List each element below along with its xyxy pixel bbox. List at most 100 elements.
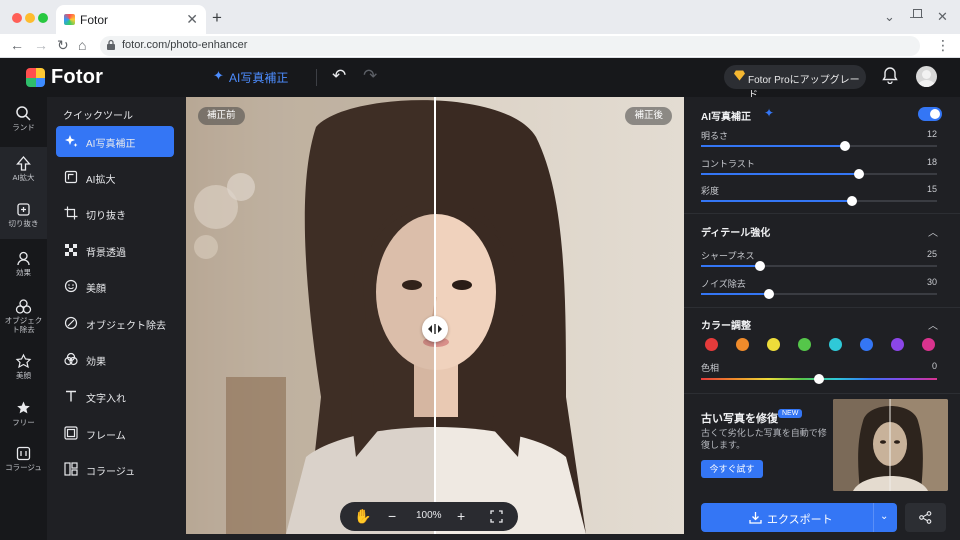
app-header: Fotor AI写真補正 ✦ ↶ ↷ Fotor Proにアップグレード <box>0 58 960 101</box>
chevron-down-icon[interactable]: ⌄ <box>884 9 895 25</box>
rail-label: ランド <box>12 123 35 132</box>
url-field[interactable]: fotor.com/photo-enhancer <box>100 36 920 56</box>
tool-label: オブジェクト除去 <box>86 321 166 332</box>
tool-crop[interactable]: 切り抜き <box>56 198 174 229</box>
rail-item-7[interactable]: コラージュ <box>0 437 47 483</box>
chevron-up-icon[interactable]: ︿ <box>928 224 938 239</box>
collage-icon <box>64 462 78 476</box>
hue-slider-thumb[interactable] <box>814 374 824 384</box>
ai-enhance-toggle[interactable] <box>918 107 942 121</box>
slider-track[interactable] <box>701 196 937 206</box>
color-swatch[interactable] <box>891 338 904 351</box>
try-now-button[interactable]: 今すぐ試す <box>701 460 763 478</box>
slider-thumb[interactable] <box>847 196 858 206</box>
slider-track[interactable] <box>701 261 937 271</box>
slider-thumb[interactable] <box>839 141 850 151</box>
color-swatch[interactable] <box>736 338 749 351</box>
detail-section-title: ディテール強化 <box>701 228 771 239</box>
fotor-logo-icon <box>26 68 45 87</box>
slider-track[interactable] <box>701 289 937 299</box>
slider-track[interactable] <box>701 169 937 179</box>
rail-item-1[interactable]: AI拡大 <box>0 147 47 193</box>
fit-screen-icon[interactable] <box>490 510 503 523</box>
ai-enhance-title: AI写真補正 <box>701 112 751 123</box>
tool-label: フレーム <box>86 431 126 442</box>
tool-object-remove[interactable]: オブジェクト除去 <box>56 308 174 339</box>
reload-icon[interactable]: ↻ <box>57 37 69 54</box>
forward-icon[interactable]: → <box>34 37 48 53</box>
logo-text[interactable]: Fotor <box>51 66 103 89</box>
avatar[interactable] <box>916 66 937 87</box>
photo-canvas[interactable]: 補正前 補正後 ✋ − 100% + <box>186 97 684 534</box>
tool-label: AI拡大 <box>86 175 116 186</box>
tab-close-icon[interactable]: ✕ <box>186 11 198 28</box>
tool-label: 文字入れ <box>86 394 126 405</box>
tool-bg-remove[interactable]: 背景透過 <box>56 235 174 266</box>
rail-label: AI拡大 <box>12 173 35 182</box>
browser-tab[interactable]: Fotor ✕ <box>56 5 206 34</box>
sparkle-icon <box>65 135 78 147</box>
free-icon <box>17 401 30 414</box>
tool-collage[interactable]: コラージュ <box>56 454 174 485</box>
close-window-button[interactable] <box>12 13 22 23</box>
tool-ai-enhance[interactable]: AI写真補正 <box>56 126 174 157</box>
rail-item-3[interactable]: 効果 <box>0 242 47 288</box>
color-swatch[interactable] <box>767 338 780 351</box>
beauty-icon <box>15 353 32 369</box>
rail-item-2[interactable]: 切り抜き <box>0 193 47 239</box>
slider-value: 18 <box>926 157 937 167</box>
slider-thumb[interactable] <box>764 289 775 299</box>
color-swatch[interactable] <box>860 338 873 351</box>
slider-track[interactable] <box>701 141 937 151</box>
adjust-panel: AI写真補正 ✦ 明るさ 12 コントラスト 18 彩度 15 ディテール強化 … <box>684 97 960 540</box>
slider-label: 彩度 <box>701 186 720 196</box>
undo-icon[interactable]: ↶ <box>332 66 346 86</box>
bell-icon[interactable] <box>882 66 898 84</box>
tool-beauty[interactable]: 美顔 <box>56 271 174 302</box>
upscale-icon <box>64 170 78 184</box>
color-swatch[interactable] <box>829 338 842 351</box>
minimize-window-button[interactable] <box>25 13 35 23</box>
rail-item-0[interactable]: ランド <box>0 97 47 143</box>
new-tab-button[interactable]: + <box>212 8 222 28</box>
rail-item-5[interactable]: 美顔 <box>0 345 47 391</box>
back-icon[interactable]: ← <box>10 37 24 53</box>
hue-slider-track[interactable] <box>701 374 937 384</box>
home-icon[interactable]: ⌂ <box>78 37 86 53</box>
color-section-title: カラー調整 <box>701 321 751 332</box>
crop-icon <box>64 206 78 220</box>
redo-icon[interactable]: ↷ <box>363 66 377 86</box>
browser-menu-icon[interactable]: ⋮ <box>936 37 950 54</box>
export-button[interactable]: エクスポート ⌄ <box>701 503 897 532</box>
compare-handle[interactable] <box>422 316 448 342</box>
transparent-bg-icon <box>65 244 77 256</box>
color-swatch[interactable] <box>705 338 718 351</box>
slider-label: ノイズ除去 <box>701 279 746 289</box>
tool-frame[interactable]: フレーム <box>56 418 174 449</box>
color-swatch[interactable] <box>798 338 811 351</box>
zoom-in-icon[interactable]: + <box>457 508 465 524</box>
upgrade-pro-button[interactable]: Fotor Proにアップグレード <box>724 65 866 101</box>
maximize-icon[interactable] <box>913 9 922 18</box>
hue-label: 色相 <box>701 363 720 373</box>
share-button[interactable] <box>905 503 946 532</box>
slider-value: 25 <box>926 249 937 259</box>
chevron-down-icon[interactable]: ⌄ <box>880 511 888 522</box>
rail-item-6[interactable]: フリー <box>0 392 47 438</box>
mode-title-label: AI写真補正 <box>229 71 289 85</box>
maximize-window-button[interactable] <box>38 13 48 23</box>
zoom-out-icon[interactable]: − <box>388 508 396 524</box>
rail-label: フリー <box>12 418 35 427</box>
close-icon[interactable]: ✕ <box>937 9 948 25</box>
slider-thumb[interactable] <box>854 169 865 179</box>
rail-item-4[interactable]: オブジェクト除去 <box>0 290 47 342</box>
color-swatch[interactable] <box>922 338 935 351</box>
slider-thumb[interactable] <box>755 261 765 271</box>
slider-label: 明るさ <box>701 131 729 141</box>
tool-effects[interactable]: 効果 <box>56 344 174 375</box>
chevron-up-icon[interactable]: ︿ <box>928 317 938 332</box>
hand-icon[interactable]: ✋ <box>354 508 371 525</box>
tool-text[interactable]: 文字入れ <box>56 381 174 412</box>
tool-ai-upscale[interactable]: AI拡大 <box>56 162 174 193</box>
collage-icon <box>16 446 31 461</box>
